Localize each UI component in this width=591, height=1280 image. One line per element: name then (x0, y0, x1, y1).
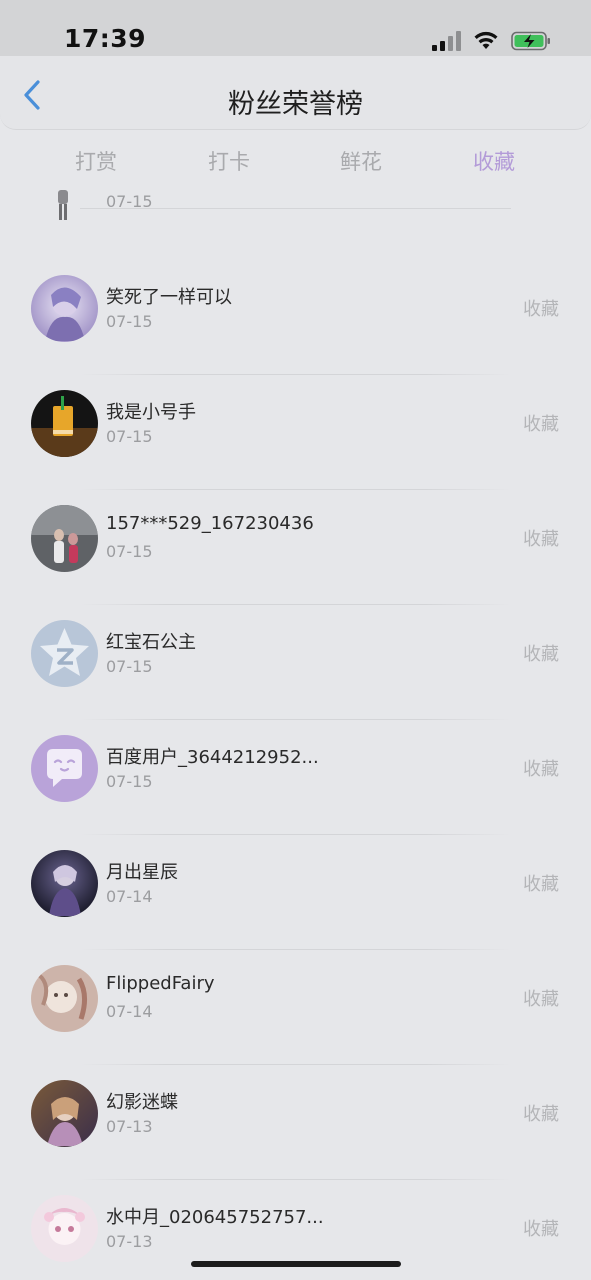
tab-flowers[interactable]: 鲜花 (340, 146, 382, 176)
list-item-action: 收藏 (523, 759, 559, 780)
status-bar: 17:39 (0, 0, 591, 56)
tab-checkin[interactable]: 打卡 (208, 146, 250, 176)
list-item[interactable]: FlippedFairy 07-14 收藏 (0, 950, 591, 1065)
cellular-signal-icon (432, 31, 461, 51)
list-item-date: 07-15 (106, 312, 153, 331)
tab-reward[interactable]: 打赏 (75, 146, 117, 176)
list-item-action: 收藏 (523, 299, 559, 320)
wifi-icon (474, 31, 498, 49)
list-item-action: 收藏 (523, 644, 559, 665)
list-item[interactable]: 我是小号手 07-15 收藏 (0, 375, 591, 490)
list-item-name: 笑死了一样可以 (106, 287, 232, 308)
list-item-date: 07-13 (106, 1232, 153, 1251)
list-item-name: 我是小号手 (106, 402, 196, 423)
list-item-date: 07-15 (106, 772, 153, 791)
list-item-name: 月出星辰 (106, 862, 178, 883)
avatar (31, 1080, 98, 1147)
list-item[interactable]: 百度用户_3644212952... 07-15 收藏 (0, 720, 591, 835)
list-item-action: 收藏 (523, 874, 559, 895)
category-tabs: 打赏 打卡 鲜花 收藏 (0, 130, 591, 190)
avatar (31, 1195, 98, 1262)
page-title: 粉丝荣誉榜 (228, 89, 363, 120)
list-item-date: 07-15 (106, 542, 153, 561)
list-item-action: 收藏 (523, 989, 559, 1010)
avatar (31, 965, 98, 1032)
list-item-date: 07-14 (106, 1002, 153, 1021)
avatar-partial (58, 190, 68, 220)
avatar (31, 505, 98, 572)
list-item-action: 收藏 (523, 414, 559, 435)
status-time: 17:39 (64, 24, 147, 53)
list-item-name: FlippedFairy (106, 973, 215, 994)
list-item-name: 红宝石公主 (106, 632, 196, 653)
list-item-name: 水中月_020645752757... (106, 1207, 324, 1228)
list-item[interactable]: 笑死了一样可以 07-15 收藏 (0, 260, 591, 375)
list-item-action: 收藏 (523, 1104, 559, 1125)
list-item-action: 收藏 (523, 1219, 559, 1240)
list-item-date: 07-15 (106, 657, 153, 676)
list-item[interactable]: 月出星辰 07-14 收藏 (0, 835, 591, 950)
fan-list[interactable]: 07-15 笑死了一样可以 07-15 收藏 我是小号手 07-15 收藏 15… (0, 190, 591, 1280)
list-item[interactable]: 157***529_167230436 07-15 收藏 (0, 490, 591, 605)
list-item[interactable]: 幻影迷蝶 07-13 收藏 (0, 1065, 591, 1180)
list-item-name: 157***529_167230436 (106, 513, 314, 534)
home-indicator[interactable] (191, 1261, 401, 1267)
list-item-date: 07-13 (106, 1117, 153, 1136)
list-item-name: 幻影迷蝶 (106, 1092, 178, 1113)
list-item[interactable]: 红宝石公主 07-15 收藏 (0, 605, 591, 720)
avatar (31, 850, 98, 917)
chat-bubble-icon (31, 735, 98, 802)
list-item-partial[interactable]: 07-15 (0, 190, 591, 220)
avatar (31, 390, 98, 457)
list-item-date: 07-14 (106, 887, 153, 906)
divider (80, 208, 511, 209)
tab-favorites[interactable]: 收藏 (473, 146, 515, 176)
status-icons (432, 27, 551, 51)
qq-zone-star-icon (31, 620, 98, 687)
list-item-date: 07-15 (106, 427, 153, 446)
nav-header: 粉丝荣誉榜 (0, 56, 591, 130)
battery-charging-icon (511, 31, 550, 51)
list-item-name: 百度用户_3644212952... (106, 747, 319, 768)
avatar (31, 275, 98, 342)
list-item-action: 收藏 (523, 529, 559, 550)
